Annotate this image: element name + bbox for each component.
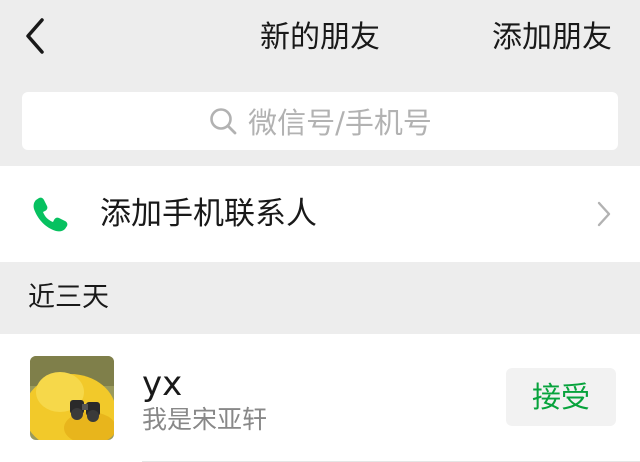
add-phone-contacts-item[interactable]: 添加手机联系人 bbox=[0, 166, 640, 262]
yellow-duck-avatar[interactable] bbox=[30, 356, 114, 440]
accept-button[interactable]: 接受 bbox=[506, 368, 616, 426]
friend-name: yx bbox=[142, 364, 183, 404]
friend-request-message: 我是宋亚轩 bbox=[142, 405, 268, 434]
phone-icon bbox=[33, 197, 68, 232]
chevron-right-icon bbox=[597, 201, 611, 227]
search-input[interactable]: 微信号/手机号 bbox=[22, 92, 618, 150]
section-header-recent: 近三天 bbox=[28, 282, 109, 313]
navigation-bar: 新的朋友 添加朋友 bbox=[0, 0, 640, 76]
search-icon bbox=[210, 108, 237, 135]
add-friend-button[interactable]: 添加朋友 bbox=[492, 20, 612, 56]
add-phone-contacts-label: 添加手机联系人 bbox=[100, 196, 317, 232]
search-placeholder: 微信号/手机号 bbox=[248, 106, 432, 140]
friend-request-item[interactable]: yx 我是宋亚轩 接受 bbox=[0, 334, 640, 462]
